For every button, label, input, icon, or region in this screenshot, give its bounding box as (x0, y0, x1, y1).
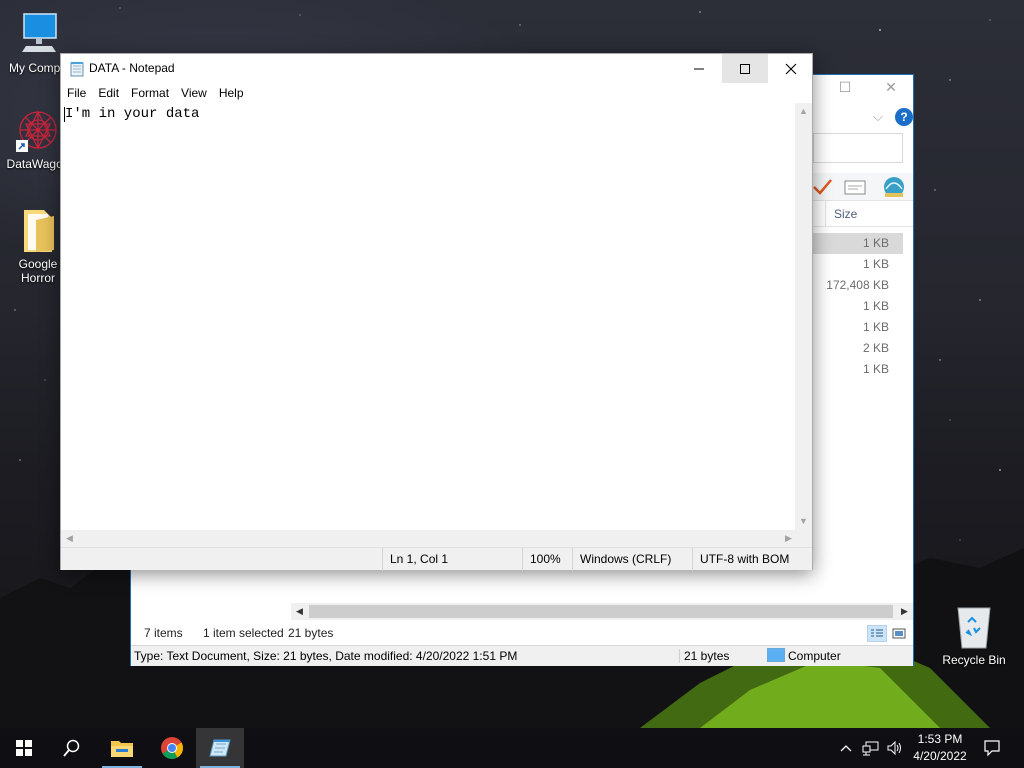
clock-time: 1:53 PM (917, 732, 963, 746)
maximize-icon (740, 63, 750, 74)
line-ending: Windows (CRLF) (572, 548, 692, 571)
search-box[interactable] (813, 133, 903, 163)
taskbar-chrome[interactable] (148, 728, 196, 768)
taskbar-file-explorer[interactable] (98, 728, 146, 768)
help-icon[interactable]: ? (895, 108, 913, 126)
scroll-right-icon[interactable]: ▶ (896, 603, 913, 620)
file-size: 1 KB (862, 320, 889, 334)
details-bar: Type: Text Document, Size: 21 bytes, Dat… (131, 645, 913, 666)
column-header-size[interactable]: Size (825, 201, 907, 227)
mail-icon[interactable] (843, 177, 867, 197)
file-size: 1 KB (862, 362, 889, 376)
horizontal-scrollbar[interactable]: ◀ ▶ (291, 603, 913, 620)
windows-logo-icon (16, 740, 32, 756)
desktop-icon-label: Recycle Bin (942, 653, 1006, 667)
minimize-button[interactable] (676, 54, 722, 83)
search-icon (63, 739, 80, 757)
menu-bar: File Edit Format View Help (61, 83, 812, 103)
scroll-left-icon[interactable]: ◀ (291, 603, 308, 620)
volume-control[interactable] (884, 728, 906, 768)
close-icon[interactable]: ✕ (871, 79, 911, 101)
checkmark-icon[interactable] (811, 176, 833, 198)
notepad-app-icon (70, 62, 84, 77)
vertical-scrollbar[interactable]: ▲ ▼ (795, 103, 812, 530)
scrollbar-thumb[interactable] (309, 605, 893, 618)
notepad-window[interactable]: DATA - Notepad File Edit Format View Hel… (60, 53, 813, 571)
encoding: UTF-8 with BOM (692, 548, 813, 571)
network-status[interactable] (860, 728, 882, 768)
computer-small-icon (767, 648, 785, 662)
large-icons-view-icon (892, 628, 906, 639)
window-title: DATA - Notepad (89, 61, 175, 75)
close-icon (785, 63, 797, 74)
taskbar-clock[interactable]: 1:53 PM 4/20/2022 (908, 731, 972, 765)
chrome-icon (161, 737, 183, 759)
details-size: 21 bytes (679, 649, 729, 663)
desktop-icon-recycle-bin[interactable]: Recycle Bin (936, 602, 1012, 667)
menu-view[interactable]: View (175, 83, 213, 103)
menu-help[interactable]: Help (213, 83, 250, 103)
notepad-icon (209, 739, 231, 757)
folder-icon (14, 206, 62, 254)
recycle-bin-icon (950, 602, 998, 650)
explorer-status-bar: 7 items 1 item selected 21 bytes (131, 621, 913, 645)
scroll-down-icon[interactable]: ▼ (795, 513, 812, 530)
taskbar-notepad[interactable] (196, 728, 244, 768)
datawagon-icon (14, 106, 62, 154)
start-button[interactable] (0, 728, 48, 768)
maximize-button[interactable] (722, 54, 768, 83)
scrollbar-corner (795, 530, 812, 547)
details-view-icon (871, 629, 883, 637)
scroll-up-icon[interactable]: ▲ (795, 103, 812, 120)
item-count: 7 items (144, 626, 183, 640)
cursor-position: Ln 1, Col 1 (382, 548, 522, 571)
zoom-level: 100% (522, 548, 572, 571)
action-center-button[interactable] (978, 728, 1006, 768)
file-size: 172,408 KB (826, 278, 889, 292)
file-explorer-icon (111, 741, 133, 757)
network-icon (862, 741, 879, 756)
file-details-text: Type: Text Document, Size: 21 bytes, Dat… (134, 649, 518, 663)
menu-edit[interactable]: Edit (92, 83, 125, 103)
shell-icon[interactable] (881, 175, 907, 199)
selection-count: 1 item selected (203, 626, 284, 640)
menu-format[interactable]: Format (125, 83, 175, 103)
menu-file[interactable]: File (61, 83, 92, 103)
search-button[interactable] (48, 728, 96, 768)
large-icons-view-button[interactable] (889, 625, 909, 642)
maximize-icon[interactable]: ☐ (825, 79, 865, 101)
speaker-icon (887, 740, 901, 756)
computer-icon (14, 10, 62, 58)
notepad-title-bar[interactable]: DATA - Notepad (61, 54, 812, 83)
notification-icon (984, 740, 1000, 757)
file-size: 1 KB (862, 236, 889, 250)
horizontal-scrollbar[interactable]: ◀ ▶ (61, 530, 797, 547)
file-size: 1 KB (862, 299, 889, 313)
scroll-left-icon[interactable]: ◀ (61, 530, 78, 547)
details-location: Computer (788, 649, 841, 663)
chevron-up-icon (840, 745, 852, 752)
file-size: 2 KB (862, 341, 889, 355)
close-button[interactable] (768, 54, 814, 83)
document-text[interactable]: I'm in your data (65, 106, 199, 122)
selection-size: 21 bytes (288, 626, 334, 640)
notepad-status-bar: Ln 1, Col 1 100% Windows (CRLF) UTF-8 wi… (61, 547, 813, 571)
text-editor-area[interactable]: I'm in your data (61, 103, 797, 530)
clock-date: 4/20/2022 (913, 749, 967, 763)
details-view-button[interactable] (867, 625, 887, 642)
show-hidden-icons[interactable] (836, 728, 856, 768)
minimize-icon (694, 68, 704, 69)
expand-ribbon-chevron-icon[interactable]: ⌵ (873, 109, 883, 125)
file-size: 1 KB (862, 257, 889, 271)
text-caret (64, 107, 65, 122)
taskbar: 1:53 PM 4/20/2022 (0, 728, 1024, 768)
